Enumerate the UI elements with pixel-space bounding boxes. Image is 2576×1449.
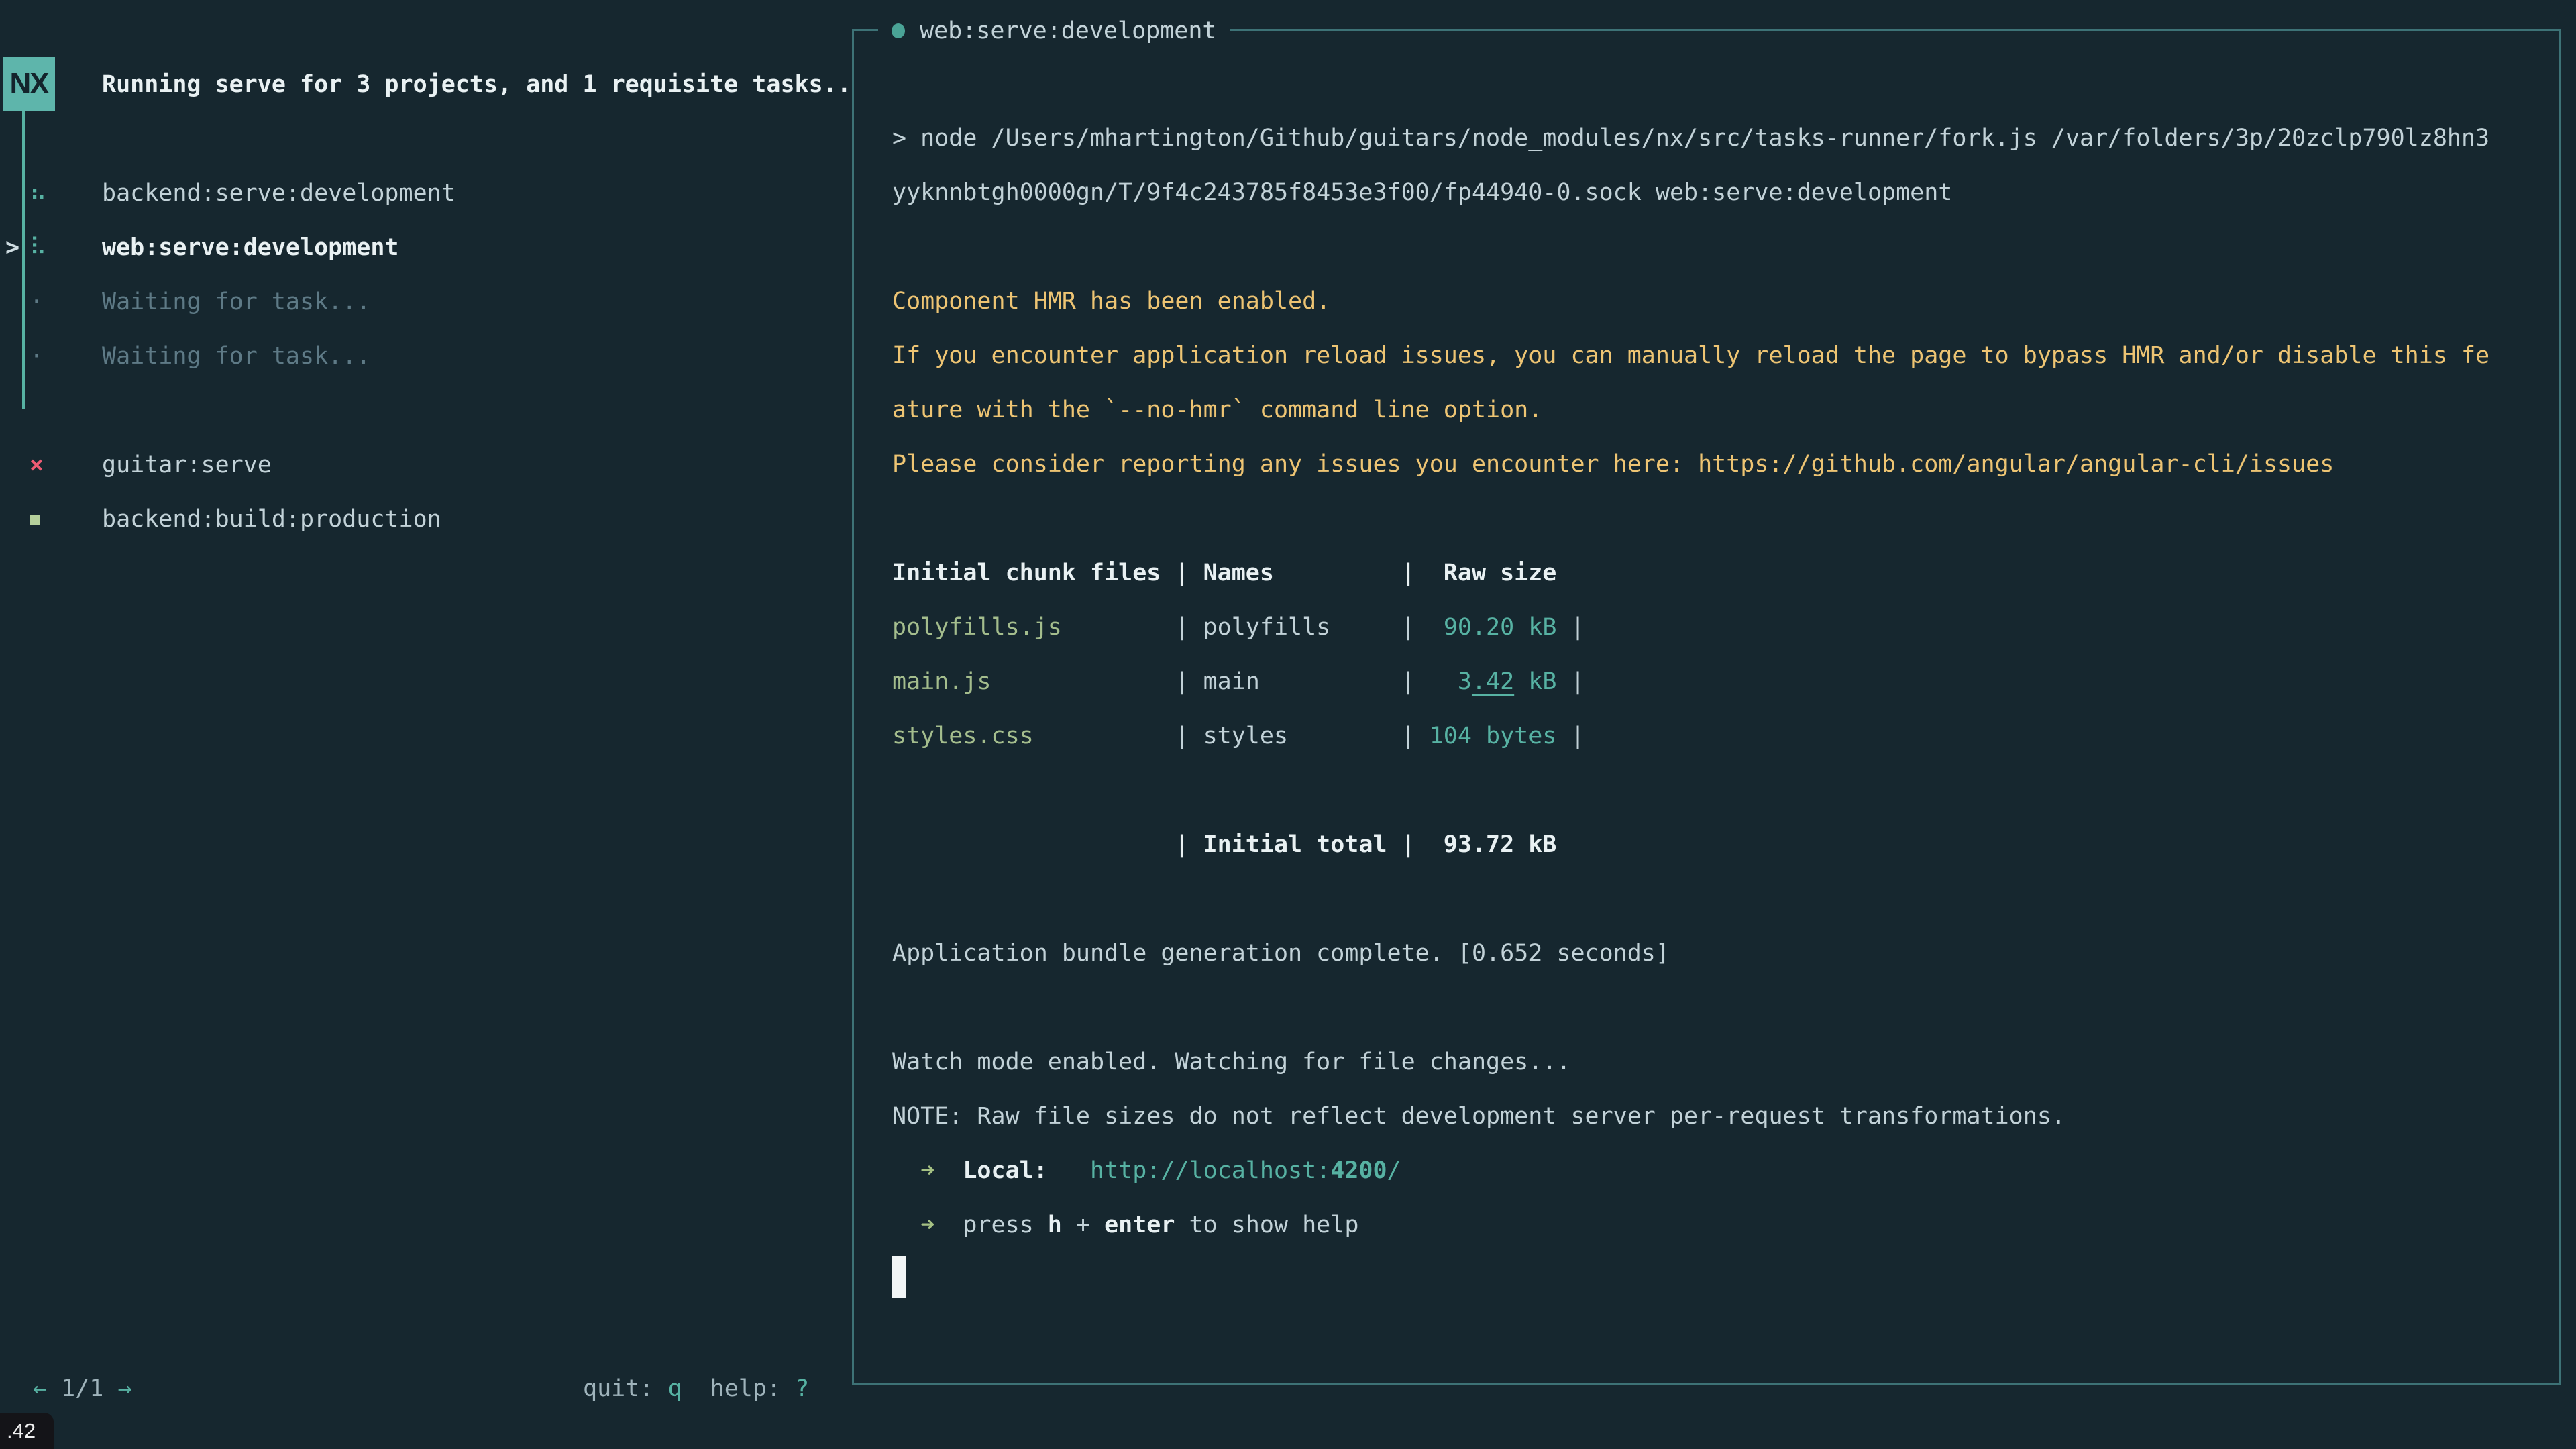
terminal-line: yyknnbtgh0000gn/T/9f4c243785f8453e3f00/f…	[892, 166, 2546, 220]
terminal-pane: web:serve:development > node /Users/mhar…	[852, 29, 2561, 1385]
terminal-line: Application bundle generation complete. …	[892, 926, 2546, 981]
task-row[interactable]: ■ backend:build:production	[0, 492, 852, 547]
terminal-title: web:serve:development	[878, 11, 1230, 51]
selected-marker-icon: >	[5, 221, 19, 275]
task-list-spacer	[0, 384, 852, 438]
waiting-dot-icon: ·	[30, 275, 70, 329]
terminal-line: ➜ press h + enter to show help	[892, 1198, 2546, 1252]
task-label: Waiting for task...	[102, 275, 370, 329]
success-square-icon: ■	[30, 492, 70, 547]
terminal-line	[892, 763, 2546, 818]
terminal-line	[892, 492, 2546, 546]
terminal-line: ➜ Local: http://localhost:4200/	[892, 1144, 2546, 1198]
waiting-dot-icon: ·	[30, 329, 70, 384]
terminal-line: styles.css | styles | 104 bytes |	[892, 709, 2546, 763]
terminal-line: main.js | main | 3.42 kB |	[892, 655, 2546, 709]
task-row[interactable]: >⠧ web:serve:development	[0, 221, 852, 275]
task-list: ⠦ backend:serve:development >⠧ web:serve:de…	[0, 166, 852, 547]
terminal-line: Please consider reporting any issues you…	[892, 437, 2546, 492]
terminal-line	[892, 872, 2546, 926]
terminal-line: ature with the `--no-hmr` command line o…	[892, 383, 2546, 437]
pagination[interactable]: ← 1/1 →	[33, 1362, 132, 1416]
task-row[interactable]: · Waiting for task...	[0, 275, 852, 329]
task-label: Waiting for task...	[102, 329, 370, 384]
running-dot-icon	[892, 23, 905, 38]
terminal-title-label: web:serve:development	[920, 17, 1217, 44]
overlay-badge: .42	[0, 1413, 54, 1449]
terminal-line: | Initial total | 93.72 kB	[892, 818, 2546, 872]
task-label: backend:serve:development	[102, 166, 455, 221]
sidebar-header: Running serve for 3 projects, and 1 requ…	[102, 58, 851, 112]
spinner-icon: ⠧	[30, 221, 70, 275]
terminal-line	[892, 1252, 2546, 1307]
terminal-line: NOTE: Raw file sizes do not reflect deve…	[892, 1089, 2546, 1144]
task-label: web:serve:development	[102, 221, 399, 275]
task-sidebar: NX Running serve for 3 projects, and 1 r…	[0, 0, 852, 1449]
failed-x-icon: ×	[30, 438, 70, 492]
spinner-icon: ⠦	[30, 166, 70, 221]
task-row[interactable]: ⠦ backend:serve:development	[0, 166, 852, 221]
task-row[interactable]: × guitar:serve	[0, 438, 852, 492]
terminal-line	[892, 981, 2546, 1035]
terminal-line: polyfills.js | polyfills | 90.20 kB |	[892, 600, 2546, 655]
keyboard-hints: quit: q help: ?	[583, 1362, 809, 1416]
terminal-line: Initial chunk files | Names | Raw size	[892, 546, 2546, 600]
task-label: guitar:serve	[102, 438, 272, 492]
terminal-line	[892, 220, 2546, 274]
nx-logo: NX	[3, 57, 55, 111]
terminal-output[interactable]: > node /Users/mhartington/Github/guitars…	[892, 111, 2546, 1307]
terminal-line: If you encounter application reload issu…	[892, 329, 2546, 383]
terminal-line: > node /Users/mhartington/Github/guitars…	[892, 111, 2546, 166]
cursor-block	[892, 1256, 906, 1298]
terminal-line: Watch mode enabled. Watching for file ch…	[892, 1035, 2546, 1089]
terminal-line: Component HMR has been enabled.	[892, 274, 2546, 329]
task-row[interactable]: · Waiting for task...	[0, 329, 852, 384]
task-label: backend:build:production	[102, 492, 441, 547]
